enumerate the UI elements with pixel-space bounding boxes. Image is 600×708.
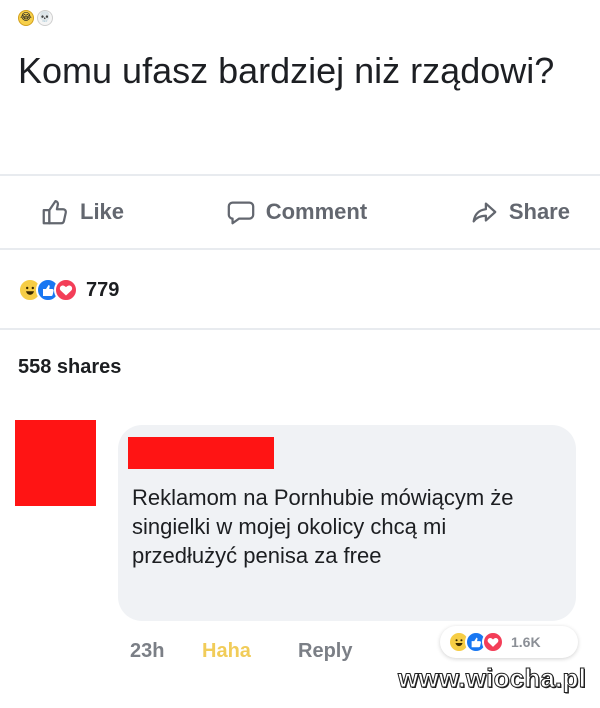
commenter-name-redaction (128, 437, 274, 469)
header-emojis: 😂 💀 (18, 10, 53, 26)
like-label: Like (80, 199, 125, 224)
comment-reactions-summary[interactable]: 1.6K (440, 626, 578, 658)
avatar[interactable] (15, 420, 96, 506)
reaction-icons (18, 278, 78, 302)
middle-divider (0, 248, 600, 250)
post-reactions-summary[interactable]: 779 (18, 274, 119, 306)
lower-divider (0, 328, 600, 330)
watermark: www.wiocha.pl (398, 663, 587, 694)
comment-icon (227, 201, 255, 225)
action-bar: Like Comment Share (0, 186, 600, 238)
top-divider (0, 174, 600, 176)
comment-actions: 23h Haha Reply (130, 640, 380, 663)
laughing-emoji: 😂 (18, 10, 34, 26)
love-reaction-icon (54, 278, 78, 302)
share-button[interactable]: Share (469, 197, 570, 227)
skull-emoji: 💀 (37, 10, 53, 26)
like-icon (42, 200, 67, 225)
post-title: Komu ufasz bardziej niż rządowi? (18, 50, 555, 91)
share-icon (472, 202, 497, 223)
comment-text: Reklamom na Pornhubie mówiącym że singie… (132, 485, 514, 568)
comment-haha-reaction[interactable]: Haha (202, 640, 298, 663)
comment-bubble: Reklamom na Pornhubie mówiącym że singie… (118, 425, 576, 621)
comment-love-reaction-icon (482, 631, 504, 653)
comment-label: Comment (265, 199, 368, 224)
share-label: Share (508, 199, 570, 224)
comment-reaction-count: 1.6K (511, 634, 541, 650)
like-button[interactable]: Like (40, 197, 124, 227)
comment-reply-link[interactable]: Reply (298, 640, 380, 663)
shares-count[interactable]: 558 shares (18, 356, 121, 379)
comment-reaction-icons (448, 631, 504, 653)
comment-button[interactable]: Comment (226, 197, 367, 227)
comment-time: 23h (130, 640, 165, 662)
reaction-count: 779 (86, 278, 120, 301)
